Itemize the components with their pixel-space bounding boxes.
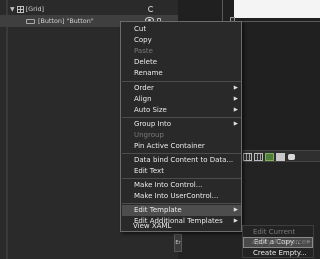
speech-icon[interactable]: [288, 154, 295, 160]
chart-icon[interactable]: [276, 153, 285, 161]
tree-item-button-label: [Button] "Button": [38, 17, 94, 25]
menu-item-cut[interactable]: Cut: [122, 24, 241, 35]
tree-item-grid-label: [Grid]: [25, 5, 45, 13]
grid-element-icon: [16, 5, 24, 13]
menu-item-label: Rename: [134, 69, 163, 77]
submenu-arrow-icon: ▶: [233, 207, 238, 213]
menu-item-order[interactable]: Order ▶: [122, 83, 241, 94]
menu-item-label: View XAML: [133, 222, 172, 230]
menu-item-ungroup: Ungroup: [122, 130, 241, 141]
menu-item-label: Make Into UserControl...: [134, 192, 219, 200]
menu-item-label: Group Into: [134, 120, 172, 128]
snap-icon[interactable]: [265, 153, 274, 161]
submenu-arrow-icon: ▶: [233, 85, 238, 91]
submenu-arrow-icon: ▶: [233, 107, 238, 113]
menu-item-paste: Paste: [122, 46, 241, 57]
menu-separator: [122, 81, 241, 82]
menu-item-label: Order: [134, 84, 154, 92]
artboard-canvas[interactable]: [234, 0, 320, 18]
menu-item-label: Paste: [134, 47, 153, 55]
menu-item-make-into-control[interactable]: Make Into Control...: [122, 180, 241, 191]
panel-gutter: [6, 0, 8, 259]
menu-separator: [122, 203, 241, 204]
menu-item-edit-text[interactable]: Edit Text: [122, 166, 241, 177]
tree-item-grid[interactable]: ▼ [Grid]: [0, 3, 178, 15]
submenu-item-apply-resource: Apply Resource ▶: [242, 237, 314, 248]
button-element-icon: [26, 18, 35, 24]
menu-item-label: Edit Template: [134, 206, 182, 214]
submenu-arrow-icon: ▶: [233, 96, 238, 102]
menu-item-align[interactable]: Align ▶: [122, 94, 241, 105]
side-tab[interactable]: Er: [174, 234, 182, 252]
menu-item-copy[interactable]: Copy: [122, 35, 241, 46]
menu-item-pin-active-container[interactable]: Pin Active Container: [122, 141, 241, 152]
submenu-item-create-empty[interactable]: Create Empty...: [243, 248, 313, 259]
menu-item-delete[interactable]: Delete: [122, 57, 241, 68]
submenu-arrow-icon: ▶: [306, 239, 311, 245]
menu-item-view-xaml[interactable]: View XAML: [121, 221, 240, 232]
menu-item-group-into[interactable]: Group Into ▶: [122, 119, 241, 130]
menu-item-label: Auto Size: [134, 106, 167, 114]
menu-item-label: Data bind Content to Data...: [134, 156, 234, 164]
menu-item-rename[interactable]: Rename: [122, 68, 241, 79]
menu-separator: [122, 153, 241, 154]
menu-item-edit-template[interactable]: Edit Template ▶: [122, 205, 241, 216]
reset-icon[interactable]: [148, 6, 154, 12]
grid-icon[interactable]: [243, 153, 252, 161]
submenu-item-label: Apply Resource: [252, 238, 307, 246]
submenu-item-label: Edit Current: [253, 228, 296, 236]
menu-item-label: Delete: [134, 58, 157, 66]
expand-triangle-icon[interactable]: ▼: [10, 6, 15, 13]
context-menu: Cut Copy Paste Delete Rename Order ▶ Alig…: [120, 21, 242, 232]
menu-item-label: Cut: [134, 25, 147, 33]
menu-item-make-into-usercontrol[interactable]: Make Into UserControl...: [122, 191, 241, 202]
menu-item-label: Edit Text: [134, 167, 164, 175]
grid-icon[interactable]: [254, 153, 263, 161]
menu-item-auto-size[interactable]: Auto Size ▶: [122, 105, 241, 116]
menu-separator: [122, 117, 241, 118]
menu-item-label: Ungroup: [134, 131, 164, 139]
menu-item-label: Copy: [134, 36, 152, 44]
submenu-arrow-icon: ▶: [233, 121, 238, 127]
menu-item-label: Align: [134, 95, 152, 103]
menu-separator: [122, 178, 241, 179]
submenu-item-label: Create Empty...: [253, 249, 307, 257]
menu-item-label: Pin Active Container: [134, 142, 205, 150]
menu-item-data-bind-content[interactable]: Data bind Content to Data...: [122, 155, 241, 166]
menu-item-label: Make Into Control...: [134, 181, 203, 189]
